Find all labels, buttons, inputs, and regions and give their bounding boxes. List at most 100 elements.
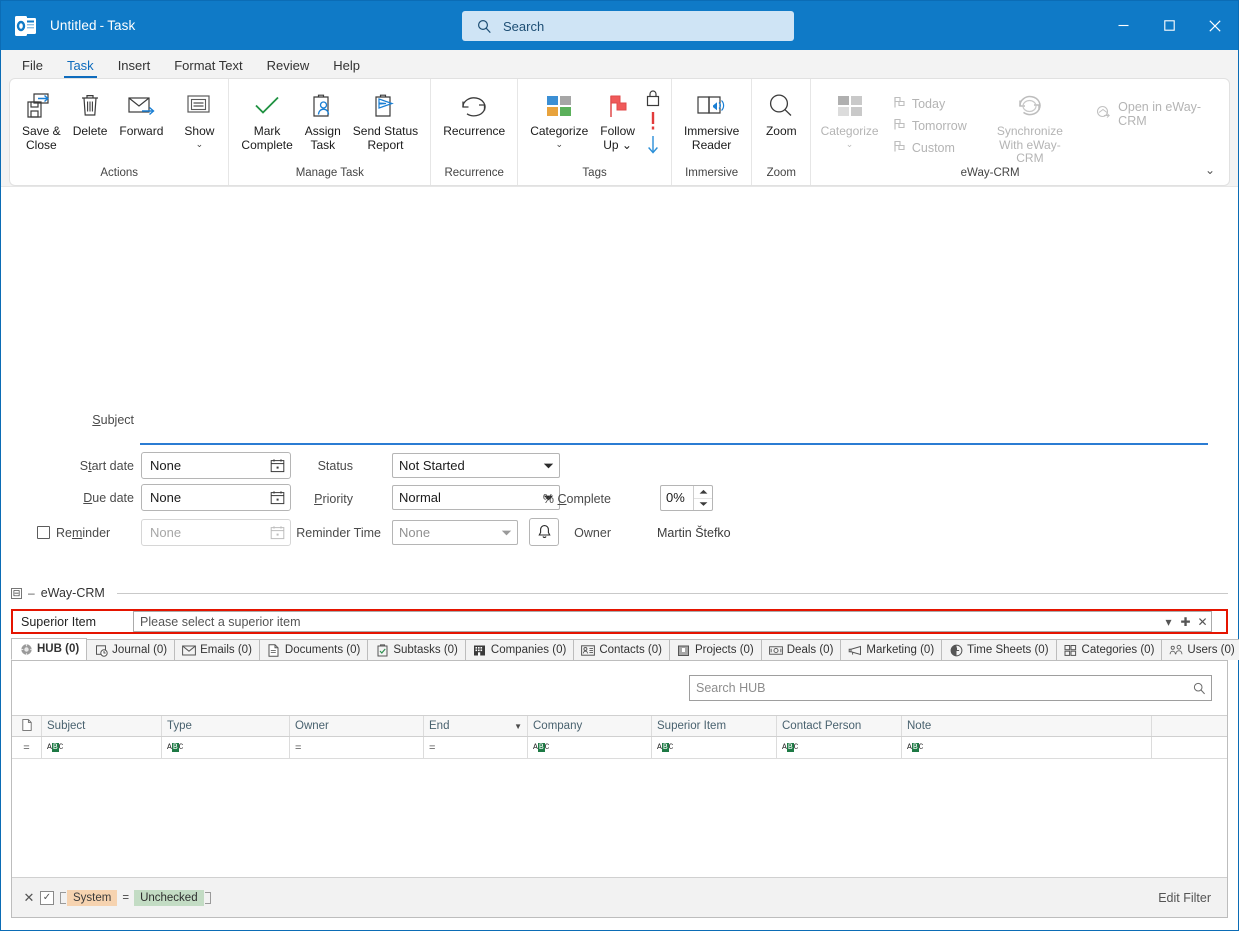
chevron-down-icon[interactable]: ⌄	[555, 139, 563, 149]
edit-filter-button[interactable]: Edit Filter	[1148, 888, 1221, 908]
mark-complete-button[interactable]: Mark Complete	[235, 85, 298, 154]
status-select[interactable]: Not Started	[392, 453, 560, 478]
immersive-reader-icon	[694, 89, 730, 123]
ribbon-tab-help[interactable]: Help	[322, 56, 371, 78]
close-button[interactable]	[1192, 1, 1238, 50]
low-importance-icon[interactable]	[646, 135, 660, 158]
recurrence-button[interactable]: Recurrence	[437, 85, 511, 141]
immersive-reader-button[interactable]: Immersive Reader	[678, 85, 745, 154]
chevron-down-icon[interactable]	[537, 462, 559, 470]
chevron-down-icon[interactable]: ▾	[1160, 615, 1177, 629]
status-label: Status	[317, 459, 353, 473]
reminder-checkbox[interactable]	[37, 526, 50, 539]
ribbon-tab-format-text[interactable]: Format Text	[163, 56, 253, 78]
superior-item-input[interactable]: Please select a superior item ▾ ✚ ✕	[133, 611, 1212, 632]
eway-tab-marketing[interactable]: Marketing (0)	[840, 639, 943, 660]
grid-col-attachment[interactable]	[12, 716, 42, 736]
percent-complete-stepper[interactable]: 0%	[660, 485, 713, 511]
filter-cell-attachment[interactable]: =	[12, 737, 42, 758]
filter-cell-subject[interactable]: ABC	[42, 737, 162, 758]
forward-button[interactable]: Forward	[113, 85, 169, 141]
eway-tab-time-sheets[interactable]: Time Sheets (0)	[941, 639, 1057, 660]
filter-cell-note[interactable]: ABC	[902, 737, 1152, 758]
search-input[interactable]: Search	[462, 11, 794, 41]
flag-icon	[892, 96, 905, 112]
collapse-section-button[interactable]: ⊟	[11, 587, 22, 599]
filter-cell-owner[interactable]: =	[290, 737, 424, 758]
grid-col-note[interactable]: Note	[902, 716, 1152, 736]
clear-icon[interactable]: ✕	[1194, 615, 1211, 629]
private-lock-icon[interactable]	[645, 89, 661, 110]
add-icon[interactable]: ✚	[1177, 615, 1194, 629]
filter-cell-end[interactable]: =	[424, 737, 528, 758]
forward-envelope-icon	[126, 89, 156, 123]
assign-task-button[interactable]: Assign Task	[299, 85, 347, 154]
filter-expression[interactable]: System = Unchecked	[60, 889, 211, 906]
follow-up-button[interactable]: Follow Up ⌄	[594, 85, 641, 154]
eway-categorize-button[interactable]: Categorize ⌄	[817, 85, 882, 151]
eway-tab-projects[interactable]: Projects (0)	[668, 639, 762, 660]
categorize-icon-gray	[835, 89, 865, 123]
minimize-button[interactable]	[1100, 1, 1146, 50]
title-bar: Untitled - Task Search	[1, 1, 1238, 50]
open-in-eway-link[interactable]: Open in eWay-CRM	[1090, 97, 1223, 131]
spinner-up-button[interactable]	[694, 486, 712, 499]
filter-cell-contact-person[interactable]: ABC	[777, 737, 902, 758]
save-and-close-button[interactable]: Save & Close	[16, 85, 67, 154]
eway-tab-subtasks[interactable]: Subtasks (0)	[367, 639, 466, 660]
reminder-time-select[interactable]: None	[392, 520, 518, 545]
sort-descending-icon[interactable]: ▼	[514, 722, 522, 731]
show-button[interactable]: Show ⌄	[176, 85, 222, 151]
eway-tab-categories-label: Categories (0)	[1081, 644, 1155, 656]
eway-tab-deals[interactable]: Deals (0)	[760, 639, 842, 660]
ribbon-tab-file[interactable]: File	[11, 56, 54, 78]
delete-button[interactable]: Delete	[67, 85, 114, 141]
zoom-button[interactable]: Zoom	[758, 85, 804, 141]
eway-tab-contacts[interactable]: Contacts (0)	[573, 639, 670, 660]
follow-up-today-item[interactable]: Today	[886, 93, 973, 115]
filter-cell-superior-item[interactable]: ABC	[652, 737, 777, 758]
grid-col-company[interactable]: Company	[528, 716, 652, 736]
chevron-down-icon[interactable]: ⌄	[196, 139, 204, 149]
eway-tab-emails[interactable]: Emails (0)	[174, 639, 260, 660]
eway-tab-categories[interactable]: Categories (0)	[1055, 639, 1163, 660]
maximize-button[interactable]	[1146, 1, 1192, 50]
filter-cell-company[interactable]: ABC	[528, 737, 652, 758]
eway-tab-deals-label: Deals (0)	[786, 644, 834, 656]
grid-col-superior-item[interactable]: Superior Item	[652, 716, 777, 736]
ribbon-tab-review[interactable]: Review	[256, 56, 321, 78]
follow-up-tomorrow-item[interactable]: Tomorrow	[886, 115, 973, 137]
send-status-report-button[interactable]: Send Status Report	[347, 85, 424, 154]
ribbon-tab-task[interactable]: Task	[56, 56, 105, 78]
filter-cell-type[interactable]: ABC	[162, 737, 290, 758]
grid-col-owner[interactable]: Owner	[290, 716, 424, 736]
search-hub-input[interactable]: Search HUB	[689, 675, 1212, 701]
eway-tab-hub[interactable]: HUB (0)	[11, 638, 88, 660]
spinner-down-button[interactable]	[694, 499, 712, 511]
eway-tab-companies[interactable]: Companies (0)	[464, 639, 575, 660]
eway-tab-documents[interactable]: Documents (0)	[258, 639, 369, 660]
grid-col-contact-person[interactable]: Contact Person	[777, 716, 902, 736]
journal-icon	[94, 643, 108, 657]
assign-task-icon	[309, 89, 337, 123]
remove-filter-button[interactable]: ✕	[18, 890, 40, 906]
subject-input[interactable]	[140, 409, 1208, 441]
ribbon-collapse-button[interactable]: ⌄	[1199, 161, 1221, 179]
grid-col-type[interactable]: Type	[162, 716, 290, 736]
search-icon[interactable]	[1187, 682, 1211, 695]
categorize-button[interactable]: Categorize ⌄	[524, 85, 594, 151]
eway-tab-users[interactable]: Users (0)	[1161, 639, 1239, 660]
show-label: Show	[184, 124, 215, 138]
high-importance-icon[interactable]	[648, 111, 658, 134]
synchronize-with-eway-button[interactable]: Synchronize With eWay-CRM	[984, 85, 1077, 168]
eway-tab-journal[interactable]: Journal (0)	[86, 639, 176, 660]
show-pane-icon	[184, 89, 214, 123]
chevron-down-icon[interactable]: ⌄	[846, 139, 854, 149]
grid-col-subject[interactable]: Subject	[42, 716, 162, 736]
outlook-icon	[14, 15, 38, 37]
follow-up-custom-item[interactable]: Custom	[886, 137, 973, 159]
ribbon-tab-insert[interactable]: Insert	[107, 56, 162, 78]
eway-tab-subtasks-label: Subtasks (0)	[393, 644, 458, 656]
filter-enabled-checkbox[interactable]: ✓	[40, 890, 54, 905]
grid-col-end[interactable]: End ▼	[424, 716, 528, 736]
